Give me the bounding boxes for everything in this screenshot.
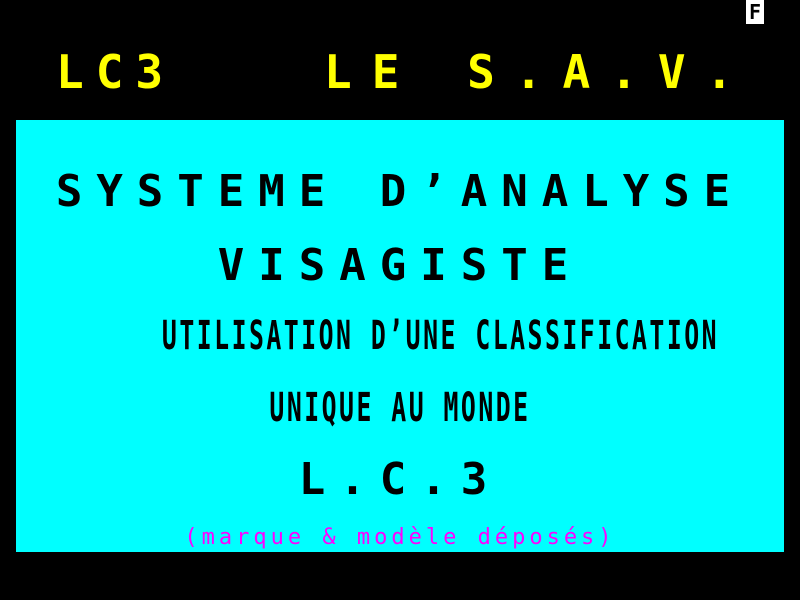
status-indicator: F [746, 0, 764, 24]
headline-line-1: SYSTEME D’ANALYSE [55, 166, 745, 217]
right-border [784, 0, 800, 600]
product-name: L.C.3 [298, 454, 502, 505]
trademark-note: (marque & modèle déposés) [184, 525, 616, 550]
service-code: LC3 [56, 45, 176, 99]
bottom-bar [16, 552, 784, 600]
description-line-2: UNIQUE AU MONDE [269, 385, 531, 431]
headline-line-2: VISAGISTE [217, 240, 583, 291]
header-bar: LC3 LE S.A.V. [16, 30, 784, 120]
teletext-screen: F LC3 LE S.A.V. SYSTEME D’ANALYSE VISAGI… [0, 0, 800, 600]
content-panel: SYSTEME D’ANALYSE VISAGISTE UTILISATION … [16, 120, 784, 552]
page-title: LE S.A.V. [324, 45, 754, 99]
description-line-1: UTILISATION D’UNE CLASSIFICATION [161, 313, 720, 359]
left-border [0, 0, 16, 600]
